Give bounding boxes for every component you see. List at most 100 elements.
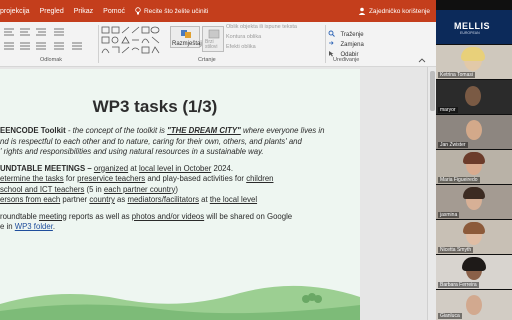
- text-run: children: [246, 174, 274, 183]
- text-run: reports as well as: [66, 211, 132, 221]
- scrollbar-thumb[interactable]: [430, 71, 435, 111]
- participant-name: maryor: [438, 107, 458, 113]
- participant-tile[interactable]: Barbara Ferreira: [436, 255, 512, 289]
- slide-line: ' rights and responsibilities and using …: [0, 147, 352, 158]
- slide-line: school and ICT teachers (5 in each partn…: [0, 185, 352, 196]
- text-run: each partner country: [103, 184, 176, 194]
- text-run: mediators/facilitators: [127, 195, 199, 204]
- text-run: and play-based activities for: [145, 174, 247, 183]
- arrange-label: Razmještaj: [172, 41, 202, 47]
- text-run: UNDTABLE MEETINGS: [0, 163, 86, 173]
- paragraph-icons[interactable]: [2, 25, 92, 55]
- participant-tile[interactable]: Ketrina Tomasi: [436, 45, 512, 79]
- participant-name: Maria Figueiredo: [438, 177, 480, 183]
- tab-slideshow[interactable]: projekcija: [0, 8, 30, 15]
- participant-tile[interactable]: Jan Zwister: [436, 115, 512, 149]
- share-label: Zajedničko korištenje: [368, 7, 430, 15]
- text-run: nd is respectful to each other and to na…: [0, 136, 302, 146]
- participants-panel: MELLIS EUROPEAN Ketrina Tomasi maryor Ja…: [436, 0, 512, 320]
- quick-styles-label: Brzi stilovi: [205, 39, 218, 50]
- vertical-scrollbar[interactable]: [427, 67, 436, 320]
- participant-name: Barbara Ferreira: [438, 282, 479, 288]
- participant-tile[interactable]: Gianluca: [436, 290, 512, 320]
- collapse-ribbon-icon[interactable]: [418, 57, 426, 63]
- text-run: "THE DREAM CITY": [167, 126, 241, 135]
- participant-tile[interactable]: maryor: [436, 80, 512, 114]
- wp3-folder-link[interactable]: WP3 folder: [15, 222, 53, 231]
- decorative-hills: [0, 285, 360, 320]
- slide-line: UNDTABLE MEETINGS – organized at local l…: [0, 164, 352, 175]
- slide-line: e in WP3 folder.: [0, 222, 352, 233]
- tab-help[interactable]: Pomoć: [103, 8, 125, 15]
- quick-styles-button[interactable]: Brzi stilovi: [202, 26, 224, 52]
- text-run: teachers: [54, 184, 85, 194]
- text-run: –: [85, 163, 94, 173]
- group-label-drawing: Crtanje: [198, 57, 216, 63]
- text-run: partner: [60, 195, 90, 204]
- participant-name: Ketrina Tomasi: [438, 72, 475, 78]
- quick-styles-icon: [208, 29, 220, 39]
- participant-name: jasmina: [438, 212, 460, 218]
- participant-avatar: [466, 295, 482, 315]
- text-run: roundtable: [0, 211, 40, 221]
- text-run: (5 in: [84, 184, 104, 194]
- text-run: ' rights and responsibilities and using …: [0, 147, 264, 156]
- text-run: ersons from: [0, 195, 44, 204]
- ribbon: Odlomak Razmještaj Brzi stilovi Oblik ob…: [0, 22, 436, 67]
- participant-name: Jan Zwister: [438, 142, 468, 148]
- ribbon-separator: [98, 25, 99, 63]
- participant-hair: [461, 47, 485, 61]
- tab-view[interactable]: Prikaz: [74, 8, 93, 15]
- text-run: EENCODE Toolkit: [0, 126, 66, 135]
- participant-tile[interactable]: Maria Figueiredo: [436, 150, 512, 184]
- participant-hair: [463, 152, 485, 164]
- group-label-paragraph: Odlomak: [40, 57, 63, 63]
- text-run: for: [63, 174, 78, 183]
- ribbon-tab-bar: projekcija Pregled Prikaz Pomoć Recite š…: [0, 0, 436, 22]
- arrange-button[interactable]: Razmještaj: [170, 26, 202, 48]
- text-run: local level in October: [138, 163, 212, 173]
- participant-avatar: [466, 120, 482, 140]
- tell-me-search[interactable]: Recite što želite učiniti: [135, 7, 208, 15]
- text-run: etermine the tasks: [0, 174, 64, 183]
- participant-tile[interactable]: Nicetta Smyth: [436, 220, 512, 254]
- slide-line: nd is respectful to each other and to na…: [0, 137, 352, 148]
- text-run: 2024.: [211, 163, 234, 173]
- text-run: photos and/or videos: [131, 211, 205, 221]
- lightbulb-icon: [135, 7, 141, 15]
- participant-hair: [462, 257, 486, 271]
- text-run: e in: [0, 222, 15, 231]
- tell-me-label: Recite što želite učiniti: [143, 7, 209, 15]
- text-run: school and ICT: [0, 184, 55, 194]
- text-run: each: [43, 195, 61, 204]
- participant-logo-text: MELLIS: [454, 21, 490, 31]
- slide-line: roundtable meeting reports as well as ph…: [0, 212, 352, 223]
- participant-tile[interactable]: jasmina: [436, 185, 512, 219]
- text-run: will be shared on Google: [204, 211, 293, 221]
- share-person-icon: [358, 7, 366, 15]
- cursor-icon: [329, 51, 334, 57]
- slide-editor: WP3 tasks (1/3) EENCODE Toolkit - the co…: [0, 67, 436, 320]
- text-run: meeting: [39, 211, 67, 221]
- participant-logo-subtitle: EUROPEAN: [460, 31, 480, 35]
- slide-title: WP3 tasks (1/3): [92, 97, 218, 116]
- tab-review[interactable]: Pregled: [40, 8, 64, 15]
- shape-effects-command[interactable]: Efekti oblika: [226, 44, 256, 50]
- participant-hair: [463, 222, 485, 234]
- arrange-icon: [181, 30, 191, 38]
- slide-line: EENCODE Toolkit - the concept of the too…: [0, 126, 352, 137]
- shape-outline-command[interactable]: Kontura oblika: [226, 34, 261, 40]
- participant-avatar: [465, 86, 481, 106]
- slide-body: EENCODE Toolkit - the concept of the too…: [0, 126, 352, 233]
- shapes-gallery[interactable]: [101, 25, 167, 55]
- text-run: - the concept of the toolkit is: [65, 126, 168, 135]
- participant-hair: [463, 187, 485, 199]
- ribbon-separator: [325, 25, 326, 63]
- text-run: preservice teachers: [77, 174, 146, 183]
- slide[interactable]: WP3 tasks (1/3) EENCODE Toolkit - the co…: [0, 69, 360, 320]
- text-run: where everyone lives in: [240, 126, 325, 135]
- participant-tile[interactable]: MELLIS EUROPEAN: [436, 10, 512, 44]
- share-button[interactable]: Zajedničko korištenje: [358, 7, 430, 15]
- participant-name: Nicetta Smyth: [438, 247, 474, 253]
- shape-fill-command[interactable]: Oblik objekta ili ispune teksta: [226, 24, 297, 30]
